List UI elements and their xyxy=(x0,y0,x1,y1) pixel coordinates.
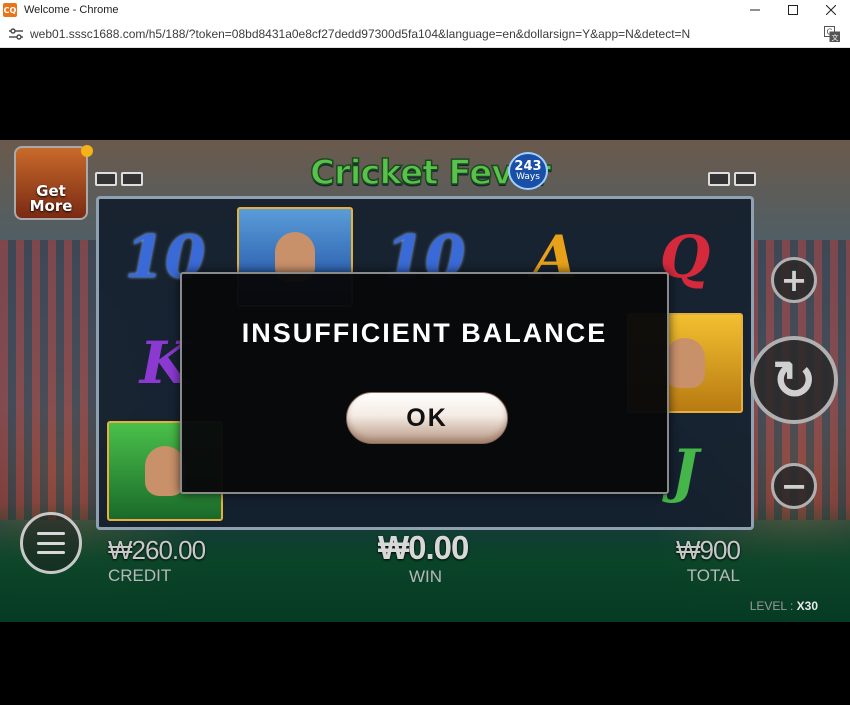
minimize-button[interactable] xyxy=(736,0,774,20)
maximize-button[interactable] xyxy=(774,0,812,20)
modal-overlay: INSUFFICIENT BALANCE OK xyxy=(0,140,850,622)
ok-button[interactable]: OK xyxy=(346,392,508,444)
url-field[interactable]: web01.sssc1688.com/h5/188/?token=08bd843… xyxy=(30,27,690,41)
translate-button[interactable]: G 文 xyxy=(824,26,840,42)
site-settings-button[interactable] xyxy=(6,27,26,40)
window-titlebar: CQ Welcome - Chrome xyxy=(0,0,850,20)
minimize-icon xyxy=(750,9,760,11)
window-controls xyxy=(736,0,850,20)
insufficient-balance-dialog: INSUFFICIENT BALANCE OK xyxy=(180,272,669,494)
app-icon: CQ xyxy=(3,3,17,17)
svg-text:文: 文 xyxy=(832,33,839,42)
translate-icon: G 文 xyxy=(824,26,840,42)
close-icon xyxy=(826,5,836,15)
site-settings-icon xyxy=(9,27,23,40)
close-button[interactable] xyxy=(812,0,850,20)
window-title: Welcome - Chrome xyxy=(24,4,119,16)
maximize-icon xyxy=(788,5,798,15)
game-canvas[interactable]: Cricket Fever 243 Ways Get More 10 K 10 … xyxy=(0,140,850,622)
dialog-title: INSUFFICIENT BALANCE xyxy=(241,318,608,348)
address-bar: web01.sssc1688.com/h5/188/?token=08bd843… xyxy=(0,20,850,48)
